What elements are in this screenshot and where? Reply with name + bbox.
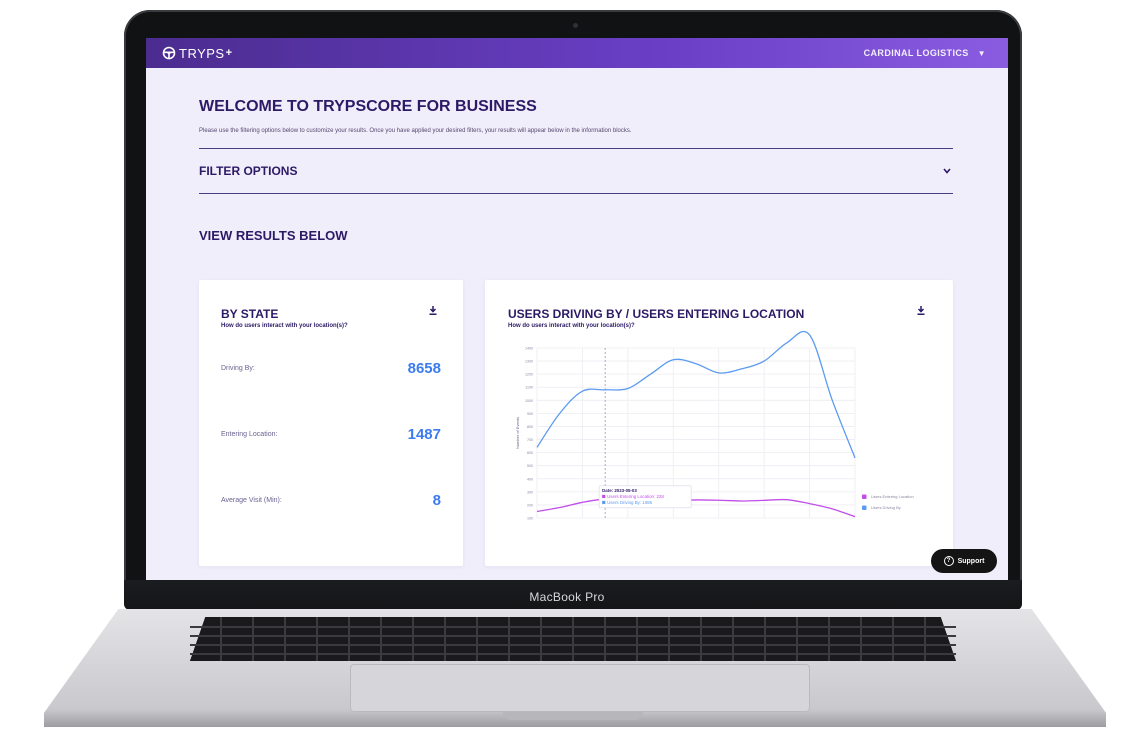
y-tick-label: 400 — [527, 477, 533, 481]
stat-driving-by: Driving By: 8658 — [221, 360, 441, 377]
series-line-entering — [536, 498, 856, 518]
top-bar: TRYPS + CARDINAL LOGISTICS ▼ — [146, 38, 1008, 68]
y-tick-label: 100 — [527, 517, 533, 521]
keyboard-row — [190, 653, 956, 655]
stat-value: 8 — [432, 492, 441, 509]
y-tick-label: 800 — [527, 425, 533, 429]
y-tick-label: 900 — [527, 412, 533, 416]
stat-average-visit: Average Visit (Min): 8 — [221, 492, 441, 509]
stat-entering-location: Entering Location: 1487 — [221, 426, 441, 443]
legend-swatch — [862, 494, 867, 499]
device-label: MacBook Pro — [529, 590, 605, 604]
intro-text: Please use the filtering options below t… — [199, 128, 632, 134]
logo[interactable]: TRYPS + — [162, 46, 233, 61]
y-tick-label: 200 — [527, 503, 533, 507]
results-title: VIEW RESULTS BELOW — [199, 228, 348, 243]
logo-plus: + — [225, 47, 233, 59]
chevron-down-icon — [943, 168, 951, 174]
chevron-down-icon: ▼ — [977, 48, 986, 58]
account-name: CARDINAL LOGISTICS — [863, 48, 969, 58]
keyboard-row — [190, 644, 956, 646]
y-axis-label: Number of Events — [515, 417, 520, 449]
divider — [199, 193, 953, 194]
account-menu[interactable]: CARDINAL LOGISTICS ▼ — [864, 48, 986, 58]
tooltip-line: Users Driving By: 1086 — [607, 500, 652, 505]
stat-label: Driving By: — [221, 365, 255, 372]
question-icon: ? — [943, 556, 954, 566]
y-tick-label: 1400 — [525, 347, 533, 351]
y-tick-label: 600 — [527, 451, 533, 455]
by-state-card: BY STATE How do users interact with your… — [199, 280, 463, 566]
stat-label: Average Visit (Min): — [221, 497, 282, 504]
tooltip-swatch — [602, 494, 606, 499]
page-title: WELCOME TO TRYPSCORE FOR BUSINESS — [199, 98, 537, 115]
card-subtitle: How do users interact with your location… — [221, 323, 348, 329]
keyboard-row — [190, 635, 956, 637]
tooltip-date: Date: 2023-05-03 — [602, 488, 637, 493]
legend-swatch — [862, 505, 867, 510]
support-label: Support — [957, 557, 985, 565]
stat-value: 1487 — [407, 426, 441, 443]
legend-label: Users Entering Location — [871, 494, 914, 499]
stat-label: Entering Location: — [221, 431, 278, 438]
users-chart-card: USERS DRIVING BY / USERS ENTERING LOCATI… — [485, 280, 953, 566]
main-content: WELCOME TO TRYPSCORE FOR BUSINESS Please… — [199, 98, 953, 243]
keyboard-row — [190, 626, 956, 628]
y-tick-label: 700 — [527, 438, 533, 442]
line-chart: 100 200 300 400 500 600 700 800 900 1000 1100 1200 1… — [515, 330, 914, 521]
download-icon[interactable] — [429, 306, 437, 317]
y-tick-label: 1300 — [525, 360, 533, 364]
y-tick-label: 1100 — [525, 386, 533, 390]
camera-icon — [573, 23, 578, 28]
stat-value: 8658 — [407, 360, 441, 377]
legend-label: Users Driving By — [871, 505, 901, 510]
filter-options-toggle[interactable]: FILTER OPTIONS — [199, 149, 953, 193]
lid-notch — [503, 712, 643, 720]
tooltip-line: Users Entering Location: 228 — [607, 494, 664, 499]
y-tick-label: 500 — [527, 464, 533, 468]
tooltip-swatch — [602, 500, 606, 505]
filter-options-label: FILTER OPTIONS — [199, 164, 298, 178]
logo-text: TRYPS — [179, 45, 225, 61]
card-title: BY STATE — [221, 307, 279, 321]
y-tick-label: 1200 — [525, 373, 533, 377]
steering-wheel-icon — [162, 46, 176, 60]
trackpad — [350, 664, 810, 712]
screen: TRYPS + CARDINAL LOGISTICS ▼ WELCOME TO T… — [146, 38, 1008, 580]
y-tick-label: 300 — [527, 490, 533, 494]
support-button[interactable]: ? Support — [931, 549, 997, 573]
y-tick-label: 1000 — [525, 399, 533, 403]
series-line-driving — [536, 330, 856, 459]
